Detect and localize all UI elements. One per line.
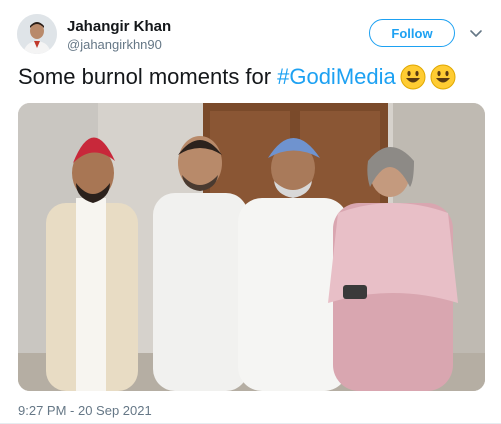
chevron-down-icon[interactable] bbox=[468, 25, 484, 41]
tweet-text: Some burnol moments for #GodiMedia bbox=[18, 64, 456, 90]
group-photo-image bbox=[18, 103, 485, 391]
tweet-body: Some burnol moments for bbox=[18, 64, 272, 89]
smiley-emoji-icon bbox=[430, 64, 456, 90]
tweet-photo[interactable] bbox=[18, 103, 485, 391]
follow-button[interactable]: Follow bbox=[369, 19, 455, 47]
author-name[interactable]: Jahangir Khan bbox=[67, 18, 171, 35]
hashtag-link[interactable]: #GodiMedia bbox=[277, 64, 396, 90]
timestamp[interactable]: 9:27 PM - 20 Sep 2021 bbox=[18, 403, 152, 418]
avatar[interactable] bbox=[17, 14, 57, 54]
avatar-image bbox=[17, 14, 57, 54]
author-handle[interactable]: @jahangirkhn90 bbox=[67, 37, 162, 52]
smiley-emoji-icon bbox=[400, 64, 426, 90]
